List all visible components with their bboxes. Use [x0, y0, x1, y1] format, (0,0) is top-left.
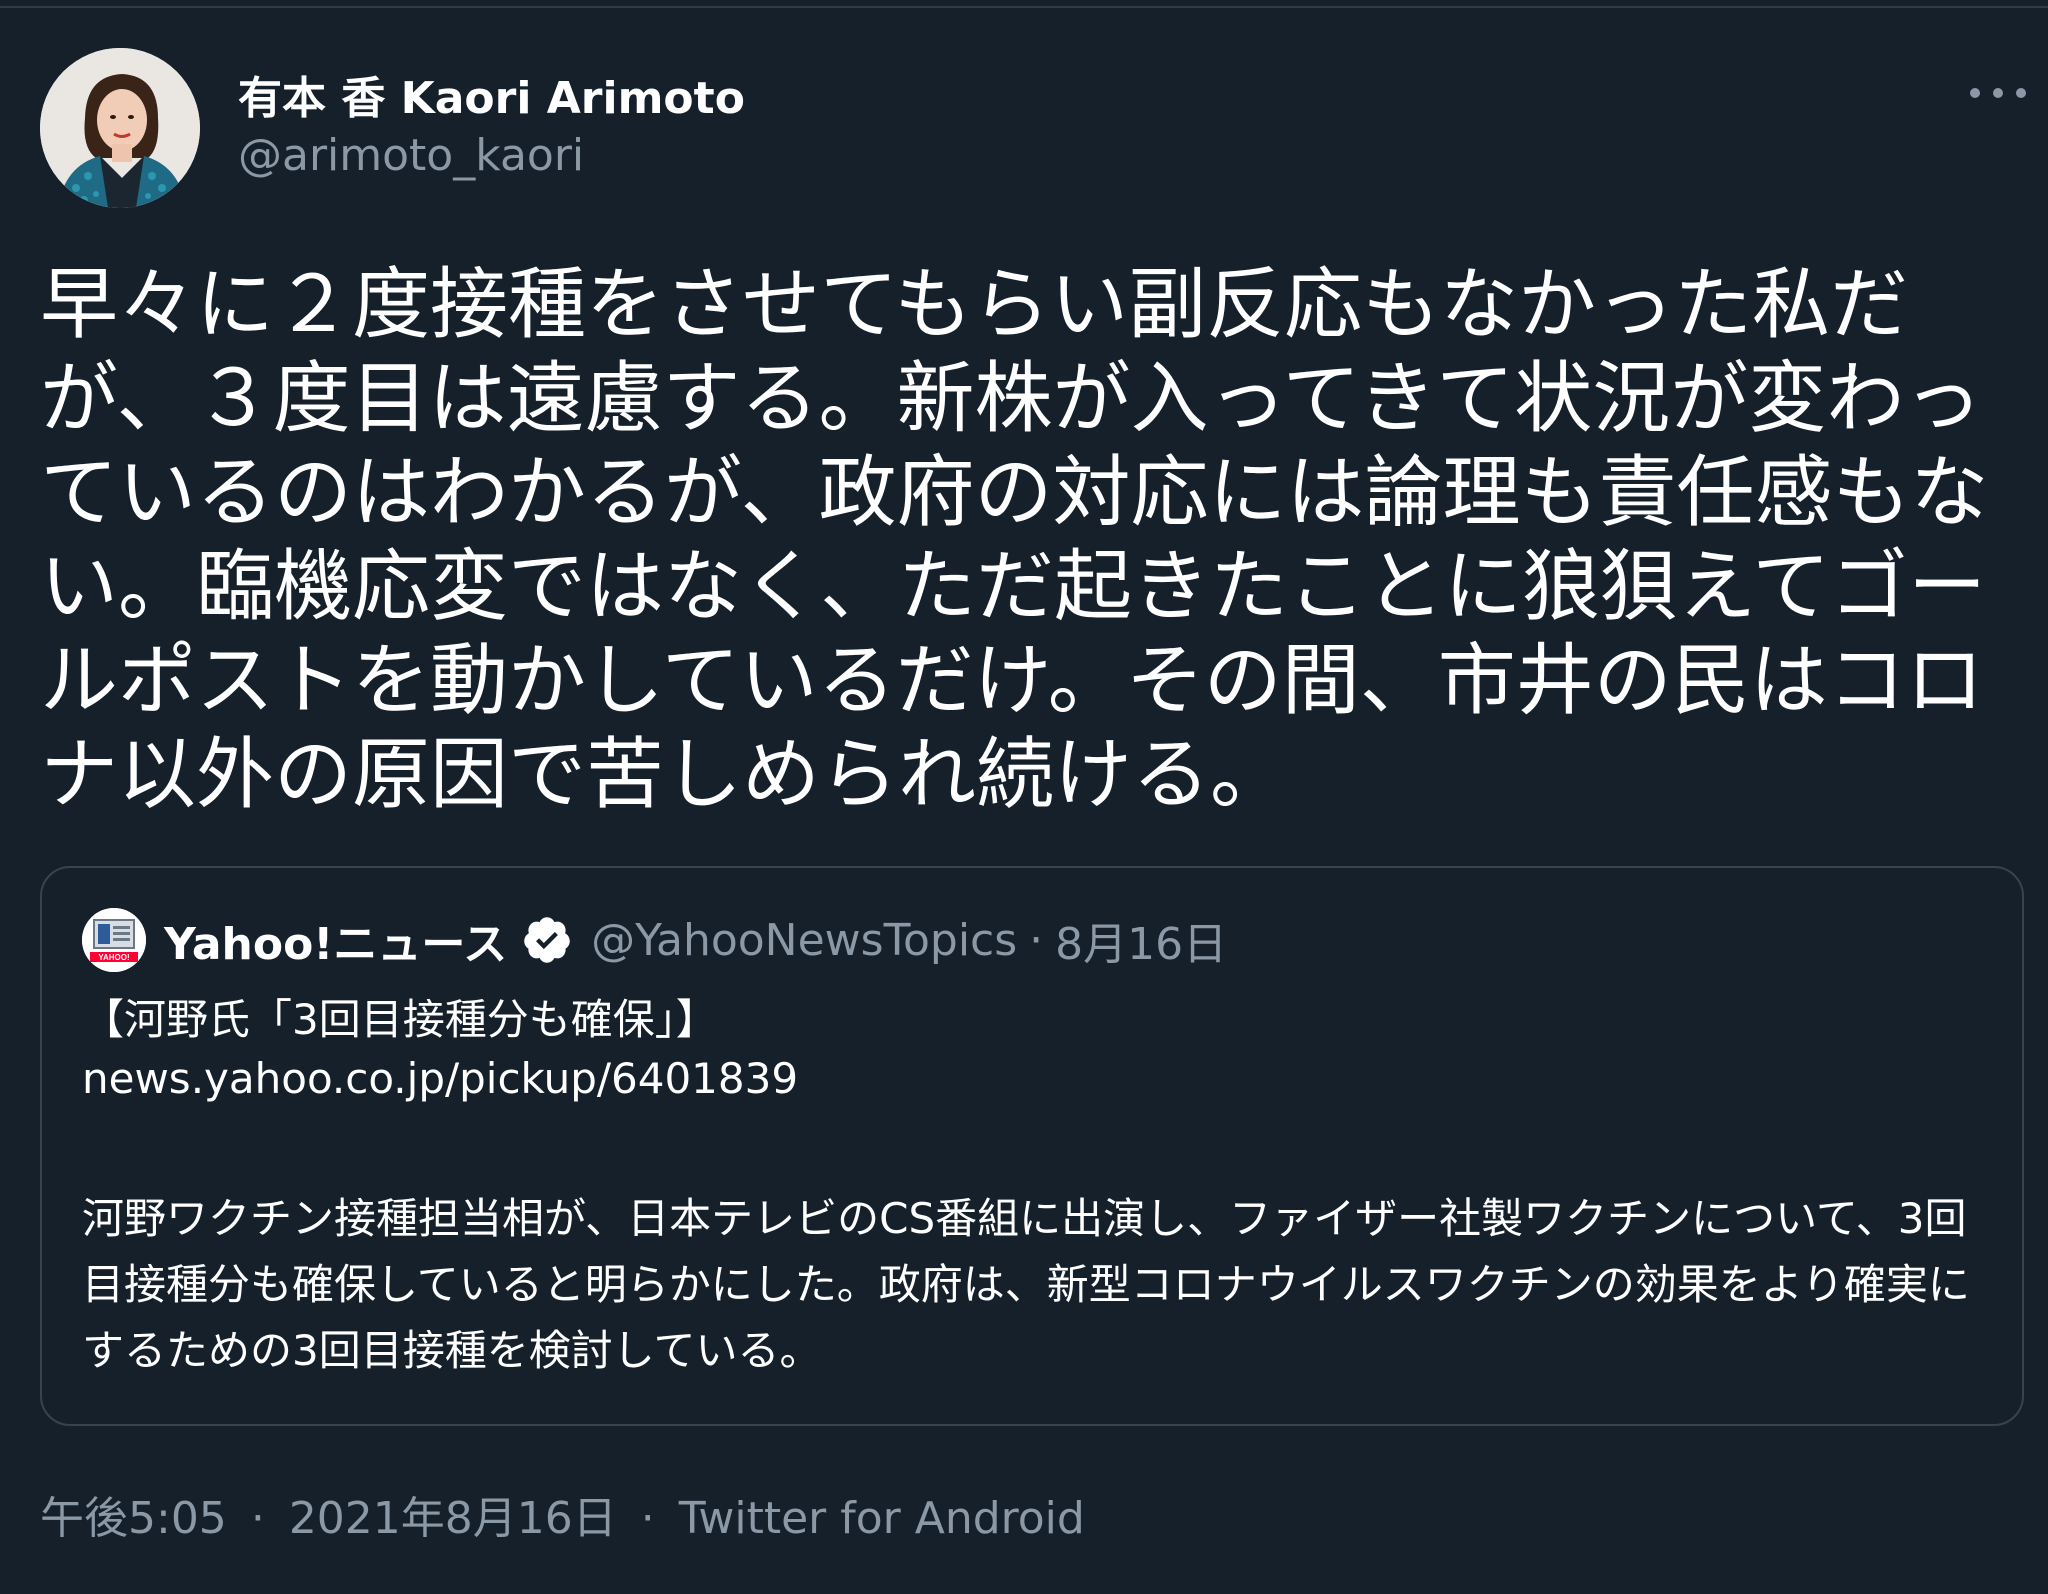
avatar-image: [40, 48, 200, 208]
more-horizontal-icon[interactable]: [1970, 78, 2026, 108]
quote-title: 【河野氏「3回目接種分も確保」】: [82, 995, 718, 1044]
quote-avatar-label: YAHOO!: [98, 953, 129, 962]
verified-badge-icon: [524, 917, 570, 963]
tweet-detail: 有本 香 Kaori Arimoto @arimoto_kaori 早々に２度接…: [0, 0, 2048, 1594]
quote-body: 河野ワクチン接種担当相が、日本テレビのCS番組に出演し、ファイザー社製ワクチンに…: [82, 1194, 1970, 1375]
quote-link[interactable]: news.yahoo.co.jp/pickup/6401839: [82, 1054, 798, 1103]
author-handle[interactable]: @arimoto_kaori: [238, 130, 584, 181]
yahoo-news-logo-icon: YAHOO!: [82, 908, 146, 972]
quote-date[interactable]: 8月16日: [1055, 908, 1227, 972]
author-avatar[interactable]: [40, 48, 200, 208]
dot: [1993, 88, 2003, 98]
author-name[interactable]: 有本 香 Kaori Arimoto: [238, 62, 745, 126]
separator: ·: [640, 1493, 655, 1544]
tweet-date[interactable]: 2021年8月16日: [289, 1493, 617, 1544]
quote-avatar[interactable]: YAHOO!: [82, 908, 146, 972]
tweet-metadata: 午後5:05 · 2021年8月16日 · Twitter for Androi…: [40, 1482, 1085, 1546]
separator: ·: [1029, 914, 1044, 966]
separator: ·: [250, 1493, 265, 1544]
tweet-source[interactable]: Twitter for Android: [679, 1493, 1085, 1544]
quote-author-name[interactable]: Yahoo!ニュース: [164, 908, 507, 972]
dot: [1970, 88, 1980, 98]
tweet-time[interactable]: 午後5:05: [40, 1493, 227, 1544]
quoted-tweet[interactable]: YAHOO! Yahoo!ニュース @YahooNewsTopics · 8月1…: [40, 866, 2024, 1426]
dot: [2016, 88, 2026, 98]
quote-author-handle[interactable]: @YahooNewsTopics: [591, 915, 1017, 966]
quote-header: Yahoo!ニュース @YahooNewsTopics · 8月16日: [164, 908, 1227, 972]
tweet-text: 早々に２度接種をさせてもらい副反応もなかった私だが、３度目は遠慮する。新株が入っ…: [40, 260, 1989, 820]
